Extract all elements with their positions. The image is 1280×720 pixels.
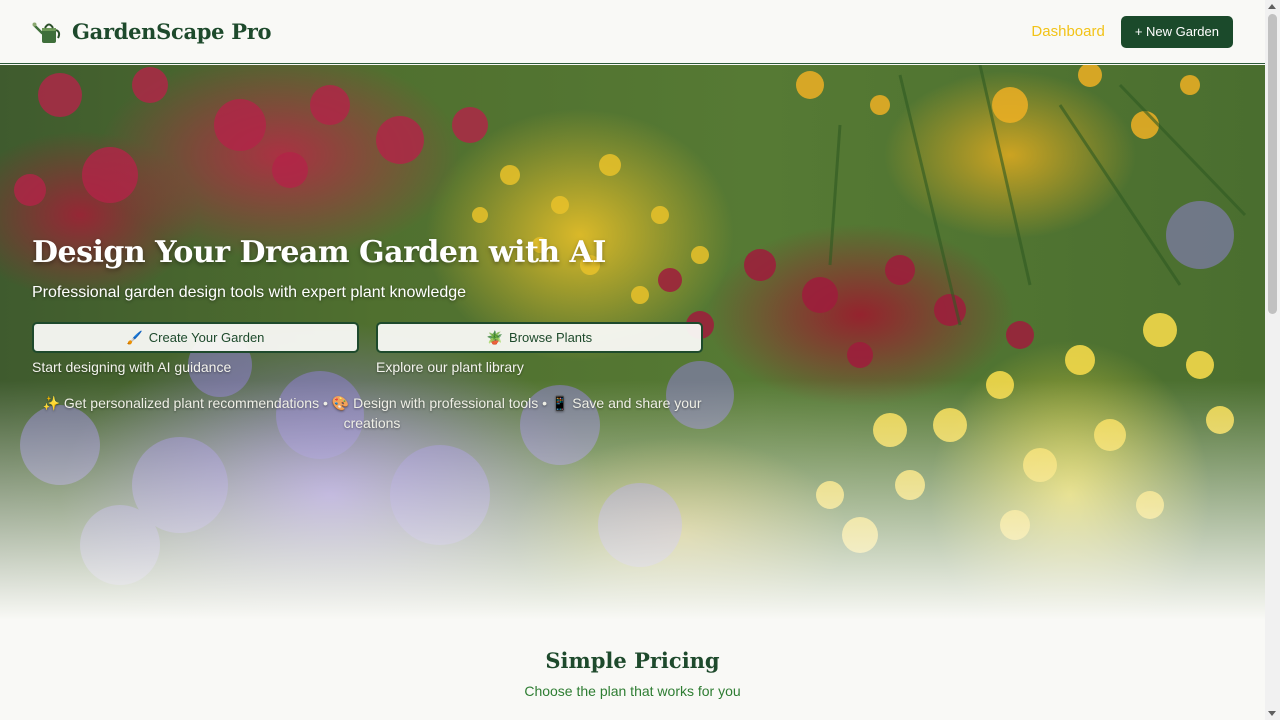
pricing-title: Simple Pricing (545, 648, 720, 673)
hero-section: Design Your Dream Garden with AI Profess… (0, 65, 1265, 620)
potted-plant-icon: 🪴 (486, 329, 504, 345)
pricing-section: Simple Pricing Choose the plan that work… (0, 620, 1265, 699)
scroll-down-arrow-icon[interactable] (1268, 711, 1276, 716)
watering-can-icon (32, 16, 64, 48)
hero-subtitle: Professional garden design tools with ex… (32, 284, 467, 301)
browse-plants-label: Browse Plants (509, 330, 593, 345)
cta-row: 🖌️ Create Your Garden Start designing wi… (32, 322, 712, 375)
paintbrush-icon: 🖌️ (126, 329, 143, 345)
main-nav: Dashboard + New Garden (1031, 15, 1233, 48)
top-navbar: GardenScape Pro Dashboard + New Garden (0, 0, 1265, 64)
browse-plants-cta: 🪴 Browse Plants Explore our plant librar… (376, 322, 703, 375)
browse-plants-caption: Explore our plant library (376, 359, 524, 375)
create-garden-caption: Start designing with AI guidance (32, 359, 232, 375)
create-garden-button[interactable]: 🖌️ Create Your Garden (32, 322, 359, 353)
hero-title: Design Your Dream Garden with AI (32, 235, 606, 270)
browse-plants-button[interactable]: 🪴 Browse Plants (376, 322, 703, 353)
new-garden-button[interactable]: + New Garden (1120, 15, 1233, 48)
pricing-subtitle: Choose the plan that works for you (524, 683, 741, 699)
create-garden-label: Create Your Garden (148, 330, 265, 345)
hero-content: Design Your Dream Garden with AI Profess… (32, 235, 712, 433)
brand-name: GardenScape Pro (72, 19, 272, 44)
page: GardenScape Pro Dashboard + New Garden D… (0, 0, 1265, 720)
nav-dashboard-link[interactable]: Dashboard (1031, 23, 1104, 40)
brand[interactable]: GardenScape Pro (32, 16, 272, 48)
scroll-up-arrow-icon[interactable] (1268, 4, 1276, 9)
scrollbar-thumb[interactable] (1268, 14, 1277, 314)
feature-highlights: ✨ Get personalized plant recommendations… (42, 395, 702, 431)
page-scrollbar[interactable] (1265, 0, 1280, 720)
create-garden-cta: 🖌️ Create Your Garden Start designing wi… (32, 322, 359, 375)
